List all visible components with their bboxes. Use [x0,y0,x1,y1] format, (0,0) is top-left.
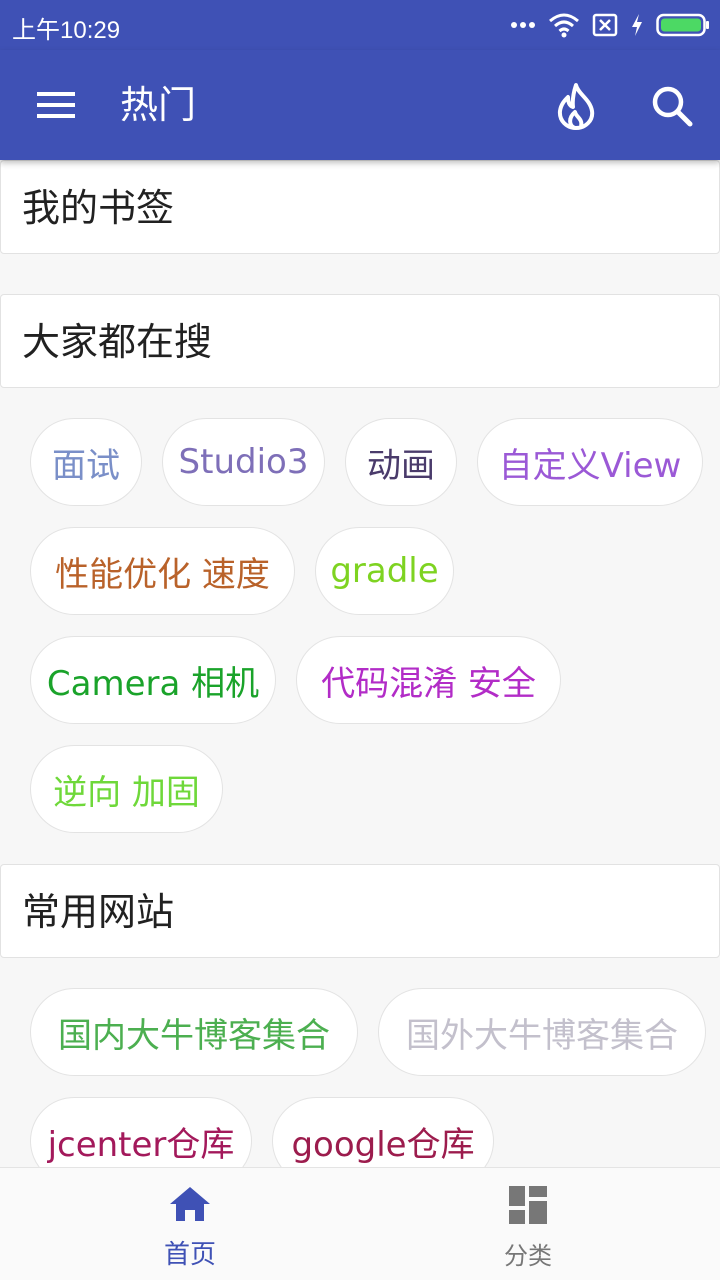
home-icon [170,1187,210,1221]
flame-icon [557,83,595,130]
status-time: 上午10:29 [12,17,121,44]
tag-chip[interactable]: 性能优化 速度 [30,527,295,615]
tag-chip[interactable]: 自定义View [477,418,703,506]
dashboard-grid-icon [509,1186,547,1224]
tag-chip[interactable]: Camera 相机 [30,636,276,724]
no-sim-icon [592,13,618,37]
website-chip[interactable]: 国内大牛博客集合 [30,988,358,1076]
websites-header: 常用网站 [0,864,720,958]
websites-title: 常用网站 [22,890,175,934]
wifi-icon [549,13,579,38]
website-chip[interactable]: 国外大牛博客集合 [378,988,706,1076]
website-chip[interactable]: google仓库 [272,1097,494,1167]
bookmarks-header[interactable]: 我的书签 [0,160,720,254]
tag-chip[interactable]: 代码混淆 安全 [296,636,561,724]
nav-home-label: 首页 [163,1240,216,1270]
menu-button[interactable] [26,80,86,130]
battery-icon [656,13,709,37]
status-icons [510,10,710,40]
status-bar: 上午10:29 [0,0,720,50]
bookmarks-title: 我的书签 [22,186,175,230]
tag-chip[interactable]: 面试 [30,418,142,506]
tag-chip[interactable]: gradle [315,527,454,615]
app-toolbar: 热门 [0,50,720,160]
tag-chip[interactable]: 动画 [345,418,457,506]
bottom-navigation: 首页 分类 [0,1167,720,1280]
nav-category[interactable]: 分类 [348,1168,708,1280]
content-area[interactable]: 我的书签 大家都在搜 面试 Studio3 动画 自定义View 性能优化 速度… [0,160,720,1167]
hot-button[interactable] [546,78,606,134]
hamburger-menu-icon [37,92,75,118]
tag-chip[interactable]: 逆向 加固 [30,745,223,833]
hot-searches-header: 大家都在搜 [0,294,720,388]
nav-category-label: 分类 [504,1242,552,1270]
nav-home[interactable]: 首页 [10,1168,370,1280]
website-chip[interactable]: jcenter仓库 [30,1097,252,1167]
search-icon [652,86,693,127]
search-button[interactable] [642,78,702,134]
dots-icon [511,22,535,28]
page-title: 热门 [120,83,197,127]
hot-searches-title: 大家都在搜 [22,320,213,364]
charging-icon [632,14,642,36]
tag-chip[interactable]: Studio3 [162,418,325,506]
